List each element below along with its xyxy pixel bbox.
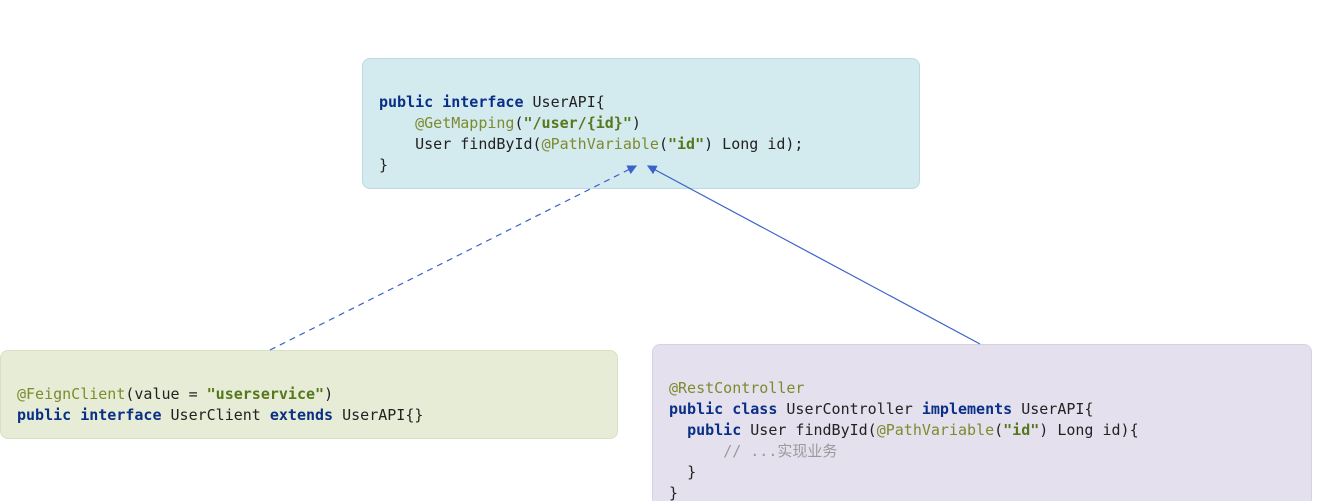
kw-extends: extends	[270, 406, 333, 424]
pathvar-id: "id"	[668, 135, 704, 153]
kw-class: class	[732, 400, 777, 418]
annotation-getmapping: @GetMapping	[415, 114, 514, 132]
userapi-interface-box: public interface UserAPI{ @GetMapping("/…	[362, 58, 920, 189]
kw-public: public	[669, 400, 723, 418]
kw-interface: interface	[80, 406, 161, 424]
kw-implements: implements	[922, 400, 1012, 418]
kw-public: public	[379, 93, 433, 111]
annotation-restcontroller: @RestController	[669, 379, 804, 397]
kw-public: public	[17, 406, 71, 424]
kw-public: public	[687, 421, 741, 439]
extends-arrow	[270, 166, 636, 350]
annotation-pathvariable: @PathVariable	[877, 421, 994, 439]
kw-interface: interface	[442, 93, 523, 111]
mapping-path: "/user/{id}"	[524, 114, 632, 132]
comment: // ...实现业务	[723, 442, 837, 460]
annotation-pathvariable: @PathVariable	[542, 135, 659, 153]
annotation-feignclient: @FeignClient	[17, 385, 125, 403]
usercontroller-box: @RestController public class UserControl…	[652, 344, 1312, 501]
feign-value: "userservice"	[207, 385, 324, 403]
userclient-box: @FeignClient(value = "userservice") publ…	[0, 350, 618, 439]
implements-arrow	[648, 166, 980, 344]
pathvar-id: "id"	[1003, 421, 1039, 439]
type-name: UserAPI	[533, 93, 596, 111]
